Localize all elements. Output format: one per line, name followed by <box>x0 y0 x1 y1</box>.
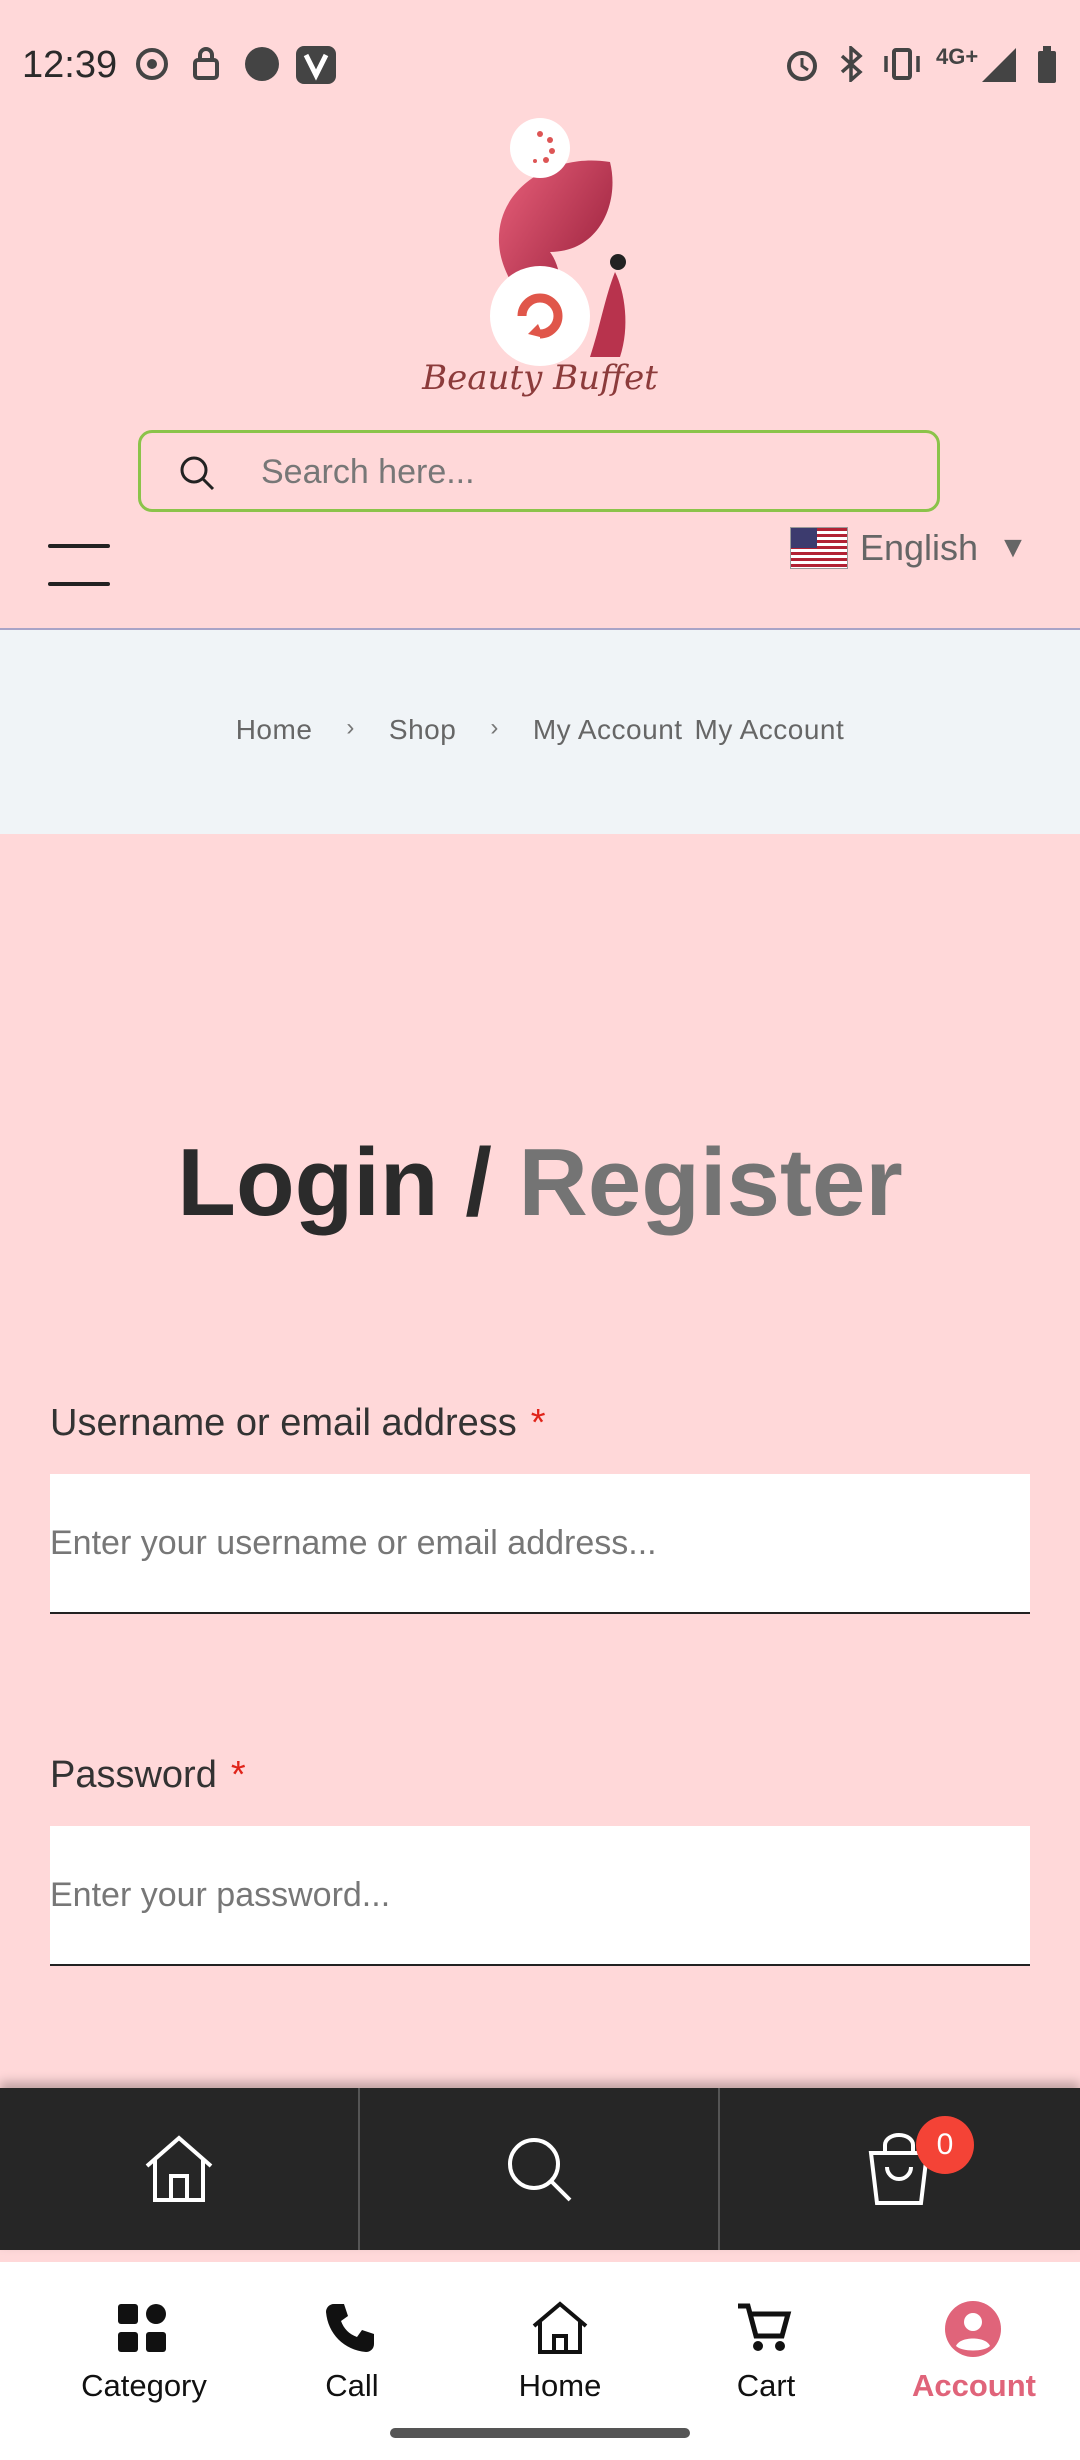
password-field[interactable] <box>50 1826 1030 1966</box>
breadcrumb-home[interactable]: Home <box>236 714 313 746</box>
quick-nav-bar <box>0 2088 1080 2250</box>
loading-spinner-icon <box>510 118 570 178</box>
menu-button[interactable] <box>48 540 112 590</box>
tab-label: Category <box>81 2368 207 2403</box>
home-icon <box>532 2301 588 2354</box>
quick-nav-home[interactable] <box>0 2088 358 2250</box>
tab-label: Call <box>325 2368 379 2403</box>
username-label-text: Username or email address <box>50 1402 517 1444</box>
language-label: English <box>860 527 979 568</box>
breadcrumb: Home › Shop › My Account My Account <box>0 714 1080 746</box>
breadcrumb-band: Home › Shop › My Account My Account <box>0 628 1080 834</box>
search-icon[interactable] <box>177 453 217 493</box>
alarm-icon <box>787 51 817 81</box>
password-label: Password * <box>50 1754 246 1797</box>
quick-nav-search[interactable] <box>360 2088 718 2250</box>
tab-home[interactable]: Home <box>470 2280 650 2440</box>
title-register[interactable]: Register <box>519 1129 903 1236</box>
title-login[interactable]: Login <box>177 1129 438 1236</box>
gesture-home-indicator[interactable] <box>390 2428 690 2438</box>
tab-category[interactable]: Category <box>54 2280 234 2440</box>
site-header: Beauty Buffet English ▼ <box>0 110 1080 630</box>
network-type: 4G+ <box>936 44 979 69</box>
signal-icon <box>982 48 1016 82</box>
logo[interactable]: Beauty Buffet <box>400 112 680 412</box>
breadcrumb-separator: › <box>346 714 355 741</box>
search-bar[interactable] <box>138 430 940 512</box>
search-icon <box>508 2138 572 2202</box>
breadcrumb-separator: › <box>490 714 499 741</box>
breadcrumb-current: My Account <box>694 714 845 745</box>
required-marker: * <box>230 1754 246 1796</box>
search-input[interactable] <box>259 433 923 511</box>
bluetooth-icon <box>840 46 863 82</box>
phone-icon <box>326 2304 374 2352</box>
status-time: 12:39 <box>22 44 118 86</box>
battery-icon <box>1038 46 1056 83</box>
language-selector[interactable]: English ▼ <box>790 518 1028 578</box>
tab-label: Cart <box>736 2368 796 2403</box>
us-flag-icon <box>790 527 848 569</box>
tab-call[interactable]: Call <box>262 2280 442 2440</box>
breadcrumb-shop[interactable]: Shop <box>389 714 456 746</box>
username-label: Username or email address * <box>50 1402 546 1445</box>
account-icon <box>945 2301 1001 2357</box>
vibrate-icon <box>884 48 920 80</box>
chevron-down-icon: ▼ <box>998 531 1028 564</box>
required-marker: * <box>530 1402 546 1444</box>
tab-cart[interactable]: Cart <box>676 2280 856 2440</box>
lock-icon <box>193 47 219 80</box>
password-label-text: Password <box>50 1754 217 1796</box>
tab-label: Account <box>912 2368 1036 2403</box>
username-field[interactable] <box>50 1474 1030 1614</box>
circle-icon <box>245 47 279 81</box>
page-title: Login / Register <box>0 1128 1080 1238</box>
quick-nav-cart[interactable] <box>720 2088 1078 2250</box>
home-icon <box>145 2135 213 2202</box>
cart-count-badge: 0 <box>916 2116 974 2174</box>
title-slash: / <box>438 1129 519 1236</box>
grid-icon <box>118 2304 166 2352</box>
tab-label: Home <box>518 2368 602 2403</box>
refresh-icon[interactable] <box>488 264 592 368</box>
v-app-icon <box>296 46 336 84</box>
cart-icon <box>738 2303 792 2351</box>
breadcrumb-my-account[interactable]: My Account <box>533 714 683 746</box>
headset-icon <box>136 48 168 80</box>
tab-account[interactable]: Account <box>884 2280 1064 2440</box>
